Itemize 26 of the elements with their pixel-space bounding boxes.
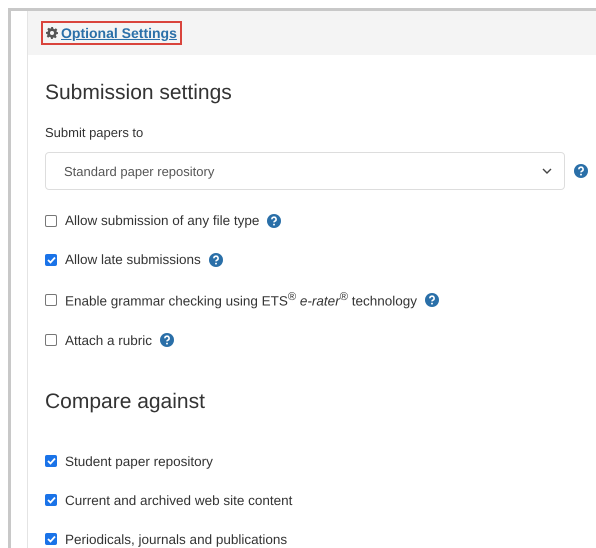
help-icon[interactable] xyxy=(267,214,282,228)
help-icon[interactable] xyxy=(160,333,174,347)
option-label: Student paper repository xyxy=(65,454,213,468)
checkbox[interactable] xyxy=(45,494,57,506)
help-icon[interactable] xyxy=(574,164,588,178)
option-label: Periodicals, journals and publications xyxy=(65,532,288,546)
repository-select[interactable]: Standard paper repository xyxy=(45,152,565,190)
option-label: Enable grammar checking using ETS$^{®}$ e-rater$^{®}$ technology xyxy=(65,291,418,308)
option-label: Current and archived web site content xyxy=(65,492,292,508)
field-label: Submit papers to xyxy=(45,125,144,140)
option-label: Attach a rubric xyxy=(65,332,152,348)
checkbox[interactable] xyxy=(45,294,57,306)
gear-icon xyxy=(46,27,58,39)
checkbox[interactable] xyxy=(45,455,57,467)
checkbox[interactable] xyxy=(45,533,57,545)
help-icon[interactable] xyxy=(425,292,440,307)
checkbox[interactable] xyxy=(45,254,57,266)
chevron-down-icon xyxy=(542,168,552,174)
help-icon[interactable] xyxy=(208,252,223,266)
section-heading: Submission settings xyxy=(45,81,233,105)
optional-settings-link[interactable]: Optional Settings xyxy=(41,21,182,45)
option-label: Allow late submissions xyxy=(65,252,201,267)
checkbox[interactable] xyxy=(45,214,57,226)
section-heading: Compare against xyxy=(45,390,206,414)
option-label: Allow submission of any file type xyxy=(65,213,260,228)
checkbox[interactable] xyxy=(45,334,57,346)
